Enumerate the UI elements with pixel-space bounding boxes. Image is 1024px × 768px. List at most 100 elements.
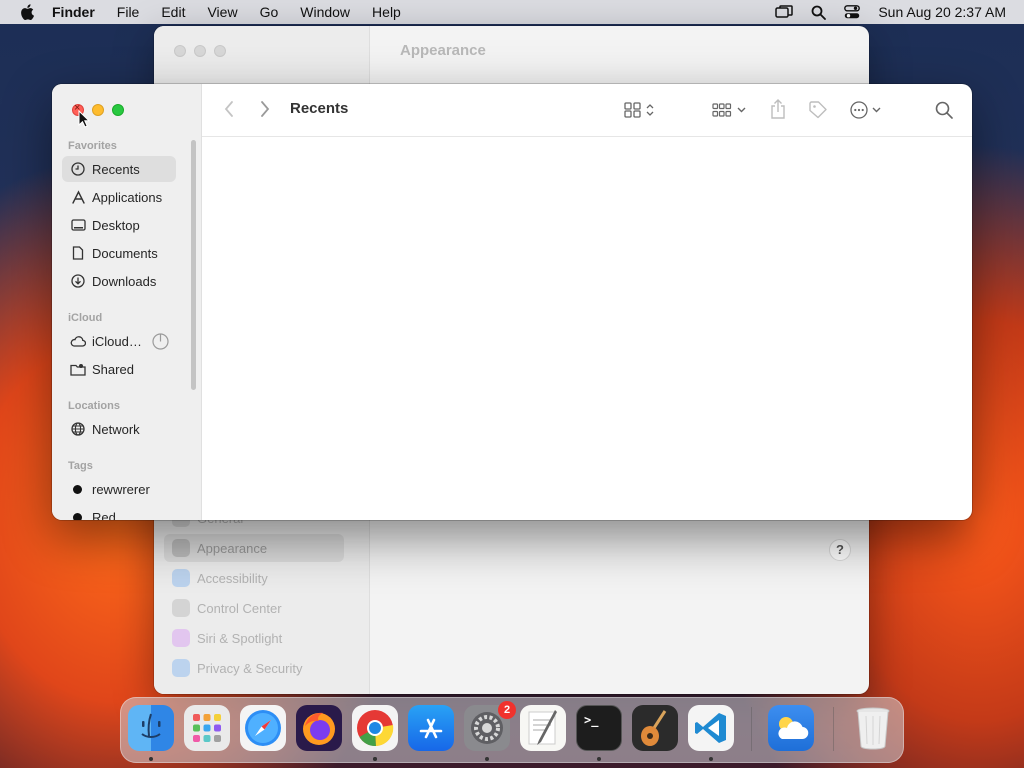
dock-finder[interactable] [128,705,174,751]
finder-sidebar: Favorites Recents Applications Desktop D… [52,84,202,520]
settings-item-siri[interactable]: Siri & Spotlight [164,624,344,652]
tag-color-dot [73,512,82,520]
sidebar-item-documents[interactable]: Documents [62,240,176,266]
dock-trash[interactable] [850,705,896,751]
sidebar-scrollbar[interactable] [191,140,196,390]
ellipsis-circle-icon [850,101,868,119]
tag-color-dot [73,484,82,494]
menu-bar: Finder File Edit View Go Window Help Sun… [0,0,1024,24]
dock-terminal[interactable]: >_ [576,705,622,751]
siri-icon [172,629,190,647]
finder-toolbar: Recents [202,84,972,137]
control-center-icon [172,599,190,617]
menu-app-name[interactable]: Finder [52,4,95,20]
guitar-icon [641,710,667,746]
group-icon [712,103,732,117]
sidebar-item-shared[interactable]: Shared [62,356,176,382]
dock-app-store[interactable] [408,705,454,751]
dock-separator [833,707,834,751]
sidebar-item-network[interactable]: Network [62,416,176,442]
menu-file[interactable]: File [117,4,140,20]
spotlight-search-icon[interactable] [811,5,827,20]
settings-minimize-button[interactable] [194,45,206,57]
running-indicator [149,757,153,761]
settings-item-control-center[interactable]: Control Center [164,594,344,622]
view-mode-button[interactable] [624,98,654,122]
menu-view[interactable]: View [207,4,237,20]
forward-arrow-icon[interactable] [260,101,270,117]
sidebar-tag-red[interactable]: Red [62,504,176,520]
back-arrow-icon[interactable] [224,101,234,117]
sidebar-tag-rewwrerer[interactable]: rewwrerer [62,476,176,502]
settings-item-privacy[interactable]: Privacy & Security [164,654,344,682]
sidebar-item-desktop[interactable]: Desktop [62,212,176,238]
dock-launchpad[interactable] [184,705,230,751]
dock: 2 >_ [120,697,904,763]
finder-window: Favorites Recents Applications Desktop D… [52,84,972,520]
notification-badge: 2 [498,701,516,719]
search-icon[interactable] [935,101,953,119]
applications-icon [70,189,86,205]
window-zoom-button[interactable] [112,104,124,116]
share-icon[interactable] [770,99,786,119]
appearance-icon [172,539,190,557]
accessibility-icon [172,569,190,587]
sidebar-item-label: Network [92,421,140,437]
textedit-pen-icon [528,710,557,745]
apple-menu-icon[interactable] [20,4,34,20]
settings-close-button[interactable] [174,45,186,57]
file-content-area[interactable] [202,137,972,520]
globe-icon [70,421,86,437]
clock-icon [70,161,86,177]
dock-chrome[interactable] [352,705,398,751]
sidebar-item-label: Recents [92,161,140,177]
section-icloud: iCloud [68,312,103,324]
menu-go[interactable]: Go [260,4,279,20]
sidebar-item-label: Shared [92,361,134,377]
dock-textedit[interactable] [520,705,566,751]
chevron-updown-icon [646,104,654,116]
settings-item-appearance[interactable]: Appearance [164,534,344,562]
menu-clock[interactable]: Sun Aug 20 2:37 AM [878,4,1006,20]
sidebar-item-recents[interactable]: Recents [62,156,176,182]
screen-mirroring-icon[interactable] [775,5,794,19]
help-button[interactable]: ? [829,539,851,561]
settings-zoom-button[interactable] [214,45,226,57]
settings-item-accessibility[interactable]: Accessibility [164,564,344,592]
section-tags: Tags [68,460,93,472]
shared-folder-icon [70,361,86,377]
weather-cloud-icon [778,717,809,740]
dock-garageband[interactable] [632,705,678,751]
running-indicator [597,757,601,761]
actions-button[interactable] [850,98,881,122]
dock-firefox[interactable] [296,705,342,751]
dock-vscode[interactable] [688,705,734,751]
launchpad-grid-icon [193,714,221,742]
firefox-icon [303,712,335,745]
chevron-down-icon [737,107,746,113]
sidebar-item-downloads[interactable]: Downloads [62,268,176,294]
menu-edit[interactable]: Edit [161,4,185,20]
sync-progress-icon [152,333,169,350]
menu-help[interactable]: Help [372,4,401,20]
settings-item-label: Control Center [197,600,282,616]
menu-window[interactable]: Window [300,4,350,20]
terminal-prompt-icon: >_ [584,713,599,727]
dock-weather[interactable] [768,705,814,751]
sidebar-item-label: Red [92,509,116,521]
mouse-cursor-icon [78,110,90,128]
sidebar-item-label: iCloud… [92,333,142,349]
app-store-icon [419,718,443,739]
sidebar-item-applications[interactable]: Applications [62,184,176,210]
settings-item-label: Accessibility [197,570,268,586]
dock-safari[interactable] [240,705,286,751]
document-icon [70,245,86,261]
sidebar-item-label: Desktop [92,217,140,233]
running-indicator [709,757,713,761]
tag-icon[interactable] [808,100,828,120]
control-center-icon[interactable] [844,5,861,19]
window-minimize-button[interactable] [92,104,104,116]
group-by-button[interactable] [712,98,746,122]
trash-icon [856,707,890,750]
dock-system-settings[interactable]: 2 [464,701,516,751]
